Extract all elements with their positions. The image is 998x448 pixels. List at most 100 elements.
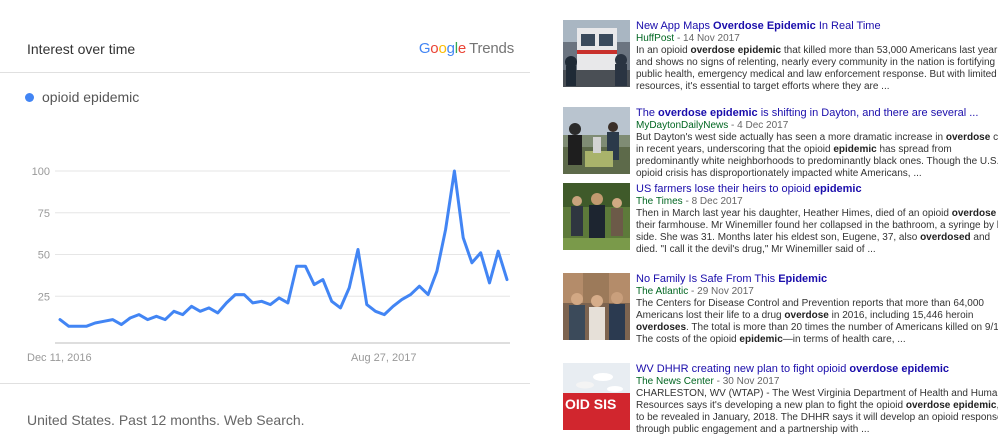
data-point <box>374 310 377 313</box>
data-point <box>286 301 289 304</box>
x-tick-label: Aug 27, 2017 <box>351 352 416 364</box>
news-source: MyDaytonDailyNews <box>636 120 729 131</box>
crowd-photo-image <box>563 107 630 174</box>
y-tick-label: 100 <box>32 166 50 178</box>
series-line[interactable] <box>58 169 509 328</box>
data-point <box>400 298 403 301</box>
snippet-line: died. "I call it the devil's drug," Mr W… <box>636 244 876 255</box>
y-tick-label: 25 <box>38 291 50 303</box>
data-point <box>164 318 167 321</box>
headline-highlight: overdose epidemic <box>849 363 950 375</box>
snippet-line: overdoses. The total is more than 20 tim… <box>636 322 998 334</box>
data-point <box>243 293 246 296</box>
logo-letter: o <box>438 40 447 57</box>
news-source: The Times <box>636 196 683 207</box>
data-point <box>470 261 473 264</box>
chart-legend[interactable]: opioid epidemic <box>25 89 139 105</box>
news-source: The News Center <box>636 376 714 387</box>
news-headline-link[interactable]: No Family Is Safe From This Epidemic <box>636 273 998 286</box>
snippet-line: and shows no signs of relenting, nearly … <box>636 57 998 68</box>
snippet-highlight: epidemic <box>833 144 877 155</box>
news-meta: The News Center - 30 Nov 2017 <box>636 376 998 388</box>
news-headline-link[interactable]: WV DHHR creating new plan to fight opioi… <box>636 363 998 376</box>
data-point <box>120 323 123 326</box>
snippet-text: In an opioid <box>636 45 691 56</box>
news-source: The Atlantic <box>636 286 689 297</box>
news-thumbnail[interactable]: OID SIS <box>563 363 630 430</box>
snippet-text: in recent years, underscoring that the o… <box>636 144 834 155</box>
snippet-text: —in terms of health care, ... <box>782 334 906 345</box>
news-thumbnail[interactable] <box>563 183 630 250</box>
snippet-text: calls <box>993 132 998 143</box>
news-meta: The Times - 8 Dec 2017 <box>636 196 998 208</box>
snippet-text: that killed more than 53,000 Americans l… <box>781 45 998 56</box>
news-meta: HuffPost - 14 Nov 2017 <box>636 33 998 45</box>
data-point <box>278 296 281 299</box>
snippet-line: The costs of the opioid epidemic—in term… <box>636 334 998 346</box>
data-point <box>181 313 184 316</box>
data-point <box>155 315 158 318</box>
legend-label: opioid epidemic <box>42 89 140 105</box>
data-point <box>479 251 482 254</box>
news-date: - 29 Nov 2017 <box>688 286 754 297</box>
data-point <box>172 310 175 313</box>
google-trends-logo[interactable]: Google Trends <box>419 40 514 57</box>
snippet-line: in recent years, underscoring that the o… <box>636 144 998 156</box>
news-text: The overdose epidemic is shifting in Day… <box>636 107 998 180</box>
data-point <box>269 303 272 306</box>
snippet-highlight: overdose epidemic <box>905 400 997 411</box>
data-point <box>330 300 333 303</box>
pills-photo-image: OID SIS <box>563 363 630 430</box>
snippet-text: But Dayton's west side actually has seen… <box>636 132 946 143</box>
data-point <box>59 318 62 321</box>
logo-letter: G <box>418 40 431 57</box>
data-point <box>383 313 386 316</box>
snippet-line: public health, emergency medical and law… <box>636 69 997 80</box>
snippet-line: Then in March last year his daughter, He… <box>636 208 998 220</box>
news-list: New App Maps Overdose Epidemic In Real T… <box>563 0 998 448</box>
news-text: US farmers lose their heirs to opioid ep… <box>636 183 998 256</box>
ambulance-photo-image <box>563 20 630 87</box>
headline-text: The <box>636 107 659 119</box>
divider <box>0 383 530 384</box>
news-headline-link[interactable]: US farmers lose their heirs to opioid ep… <box>636 183 998 196</box>
snippet-line: predominantly white neighborhoods to pre… <box>636 156 998 167</box>
news-headline-link[interactable]: New App Maps Overdose Epidemic In Real T… <box>636 20 998 33</box>
news-meta: The Atlantic - 29 Nov 2017 <box>636 286 998 298</box>
snippet-highlight: overdose <box>951 208 997 219</box>
snippet-line: through public engagement and a partners… <box>636 424 870 435</box>
data-point <box>208 306 211 309</box>
farmers-photo-image <box>563 183 630 250</box>
headline-text: US farmers lose their heirs to opioid <box>636 183 814 195</box>
data-point <box>190 305 193 308</box>
headline-highlight: Epidemic <box>778 273 828 285</box>
interest-line-chart[interactable]: 25 50 75 100 Dec 11, 2016 Aug 27, 2017 <box>0 150 530 375</box>
data-point <box>304 265 307 268</box>
news-thumbnail[interactable] <box>563 20 630 87</box>
data-point <box>365 303 368 306</box>
data-point <box>435 270 438 273</box>
snippet-text: Resources says it's developing a new pla… <box>636 400 906 411</box>
news-thumbnail[interactable] <box>563 273 630 340</box>
snippet-text: has spread from <box>876 144 952 155</box>
snippet-highlight: epidemic <box>739 334 783 345</box>
snippet-highlight: overdose <box>945 132 991 143</box>
data-point <box>67 325 70 328</box>
headline-text: is shifting in Dayton, and there are sev… <box>757 107 979 119</box>
data-point <box>321 278 324 281</box>
news-thumbnail[interactable] <box>563 107 630 174</box>
data-point <box>427 293 430 296</box>
headline-highlight: overdose epidemic <box>658 107 758 119</box>
snippet-line: Resources says it's developing a new pla… <box>636 400 998 412</box>
snippet-line: But Dayton's west side actually has seen… <box>636 132 998 144</box>
news-headline-link[interactable]: The overdose epidemic is shifting in Day… <box>636 107 998 120</box>
snippet-line: to be revealed in January, 2018. The DHH… <box>636 412 998 423</box>
divider <box>0 72 530 73</box>
news-text: New App Maps Overdose Epidemic In Real T… <box>636 20 998 93</box>
snippet-line: side. She was 31. Months later his eldes… <box>636 232 998 244</box>
snippet-line: their farmhouse. Mr Winemiller found her… <box>636 220 998 231</box>
data-point <box>339 306 342 309</box>
data-point <box>462 236 465 239</box>
data-point <box>129 316 132 319</box>
headline-text: In Real Time <box>815 20 881 32</box>
